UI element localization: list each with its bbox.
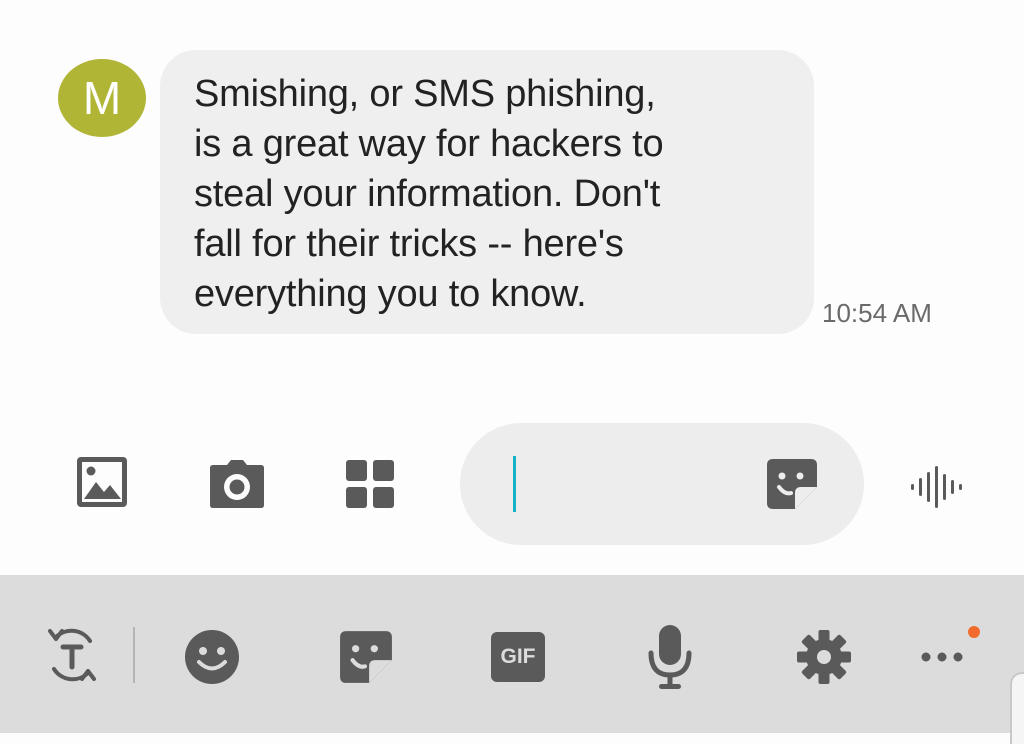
message-input[interactable] <box>510 455 750 511</box>
message-line: Smishing, or SMS phishing, <box>194 73 656 115</box>
keyboard-toolbar: GIF <box>0 575 1024 733</box>
gif-icon: GIF <box>491 632 545 682</box>
more-options-button[interactable] <box>914 641 970 673</box>
message-bubble[interactable]: Smishing, or SMS phishing, is a great wa… <box>160 50 814 334</box>
gallery-button[interactable] <box>72 452 132 512</box>
microphone-icon <box>648 625 692 689</box>
camera-icon <box>210 460 264 508</box>
emoji-button[interactable] <box>180 625 244 689</box>
message-field[interactable] <box>460 423 864 545</box>
toolbar-divider <box>133 627 135 683</box>
sticker-icon <box>340 631 392 683</box>
message-line: steal your information. Don't <box>194 173 661 215</box>
image-icon <box>77 457 127 507</box>
camera-button[interactable] <box>206 456 268 512</box>
panel-edge-handle[interactable] <box>1010 672 1024 744</box>
voice-wave-icon <box>911 466 962 508</box>
settings-icon <box>797 630 851 684</box>
grid-icon <box>346 460 394 508</box>
message-line: is a great way for hackers to <box>194 123 664 165</box>
text-cursor <box>513 456 516 512</box>
translate-icon <box>48 628 96 682</box>
gif-button[interactable]: GIF <box>490 631 546 683</box>
avatar[interactable]: M <box>58 59 146 137</box>
sticker-button[interactable] <box>762 455 822 513</box>
voice-recorder-button[interactable] <box>906 462 966 512</box>
avatar-initial: M <box>82 72 122 124</box>
sticker-keyboard-button[interactable] <box>334 625 398 689</box>
emoji-icon <box>185 630 239 684</box>
apps-button[interactable] <box>340 456 400 512</box>
translate-button[interactable] <box>38 621 106 689</box>
message-timestamp: 10:54 AM <box>822 298 932 328</box>
notification-dot <box>968 626 980 638</box>
sticker-icon <box>767 459 817 509</box>
gif-label: GIF <box>500 645 536 668</box>
settings-button[interactable] <box>792 625 856 689</box>
message-line: everything you to know. <box>194 273 587 315</box>
voice-input-button[interactable] <box>640 621 700 693</box>
message-line: fall for their tricks -- here's <box>194 223 624 265</box>
more-icon <box>921 652 963 662</box>
